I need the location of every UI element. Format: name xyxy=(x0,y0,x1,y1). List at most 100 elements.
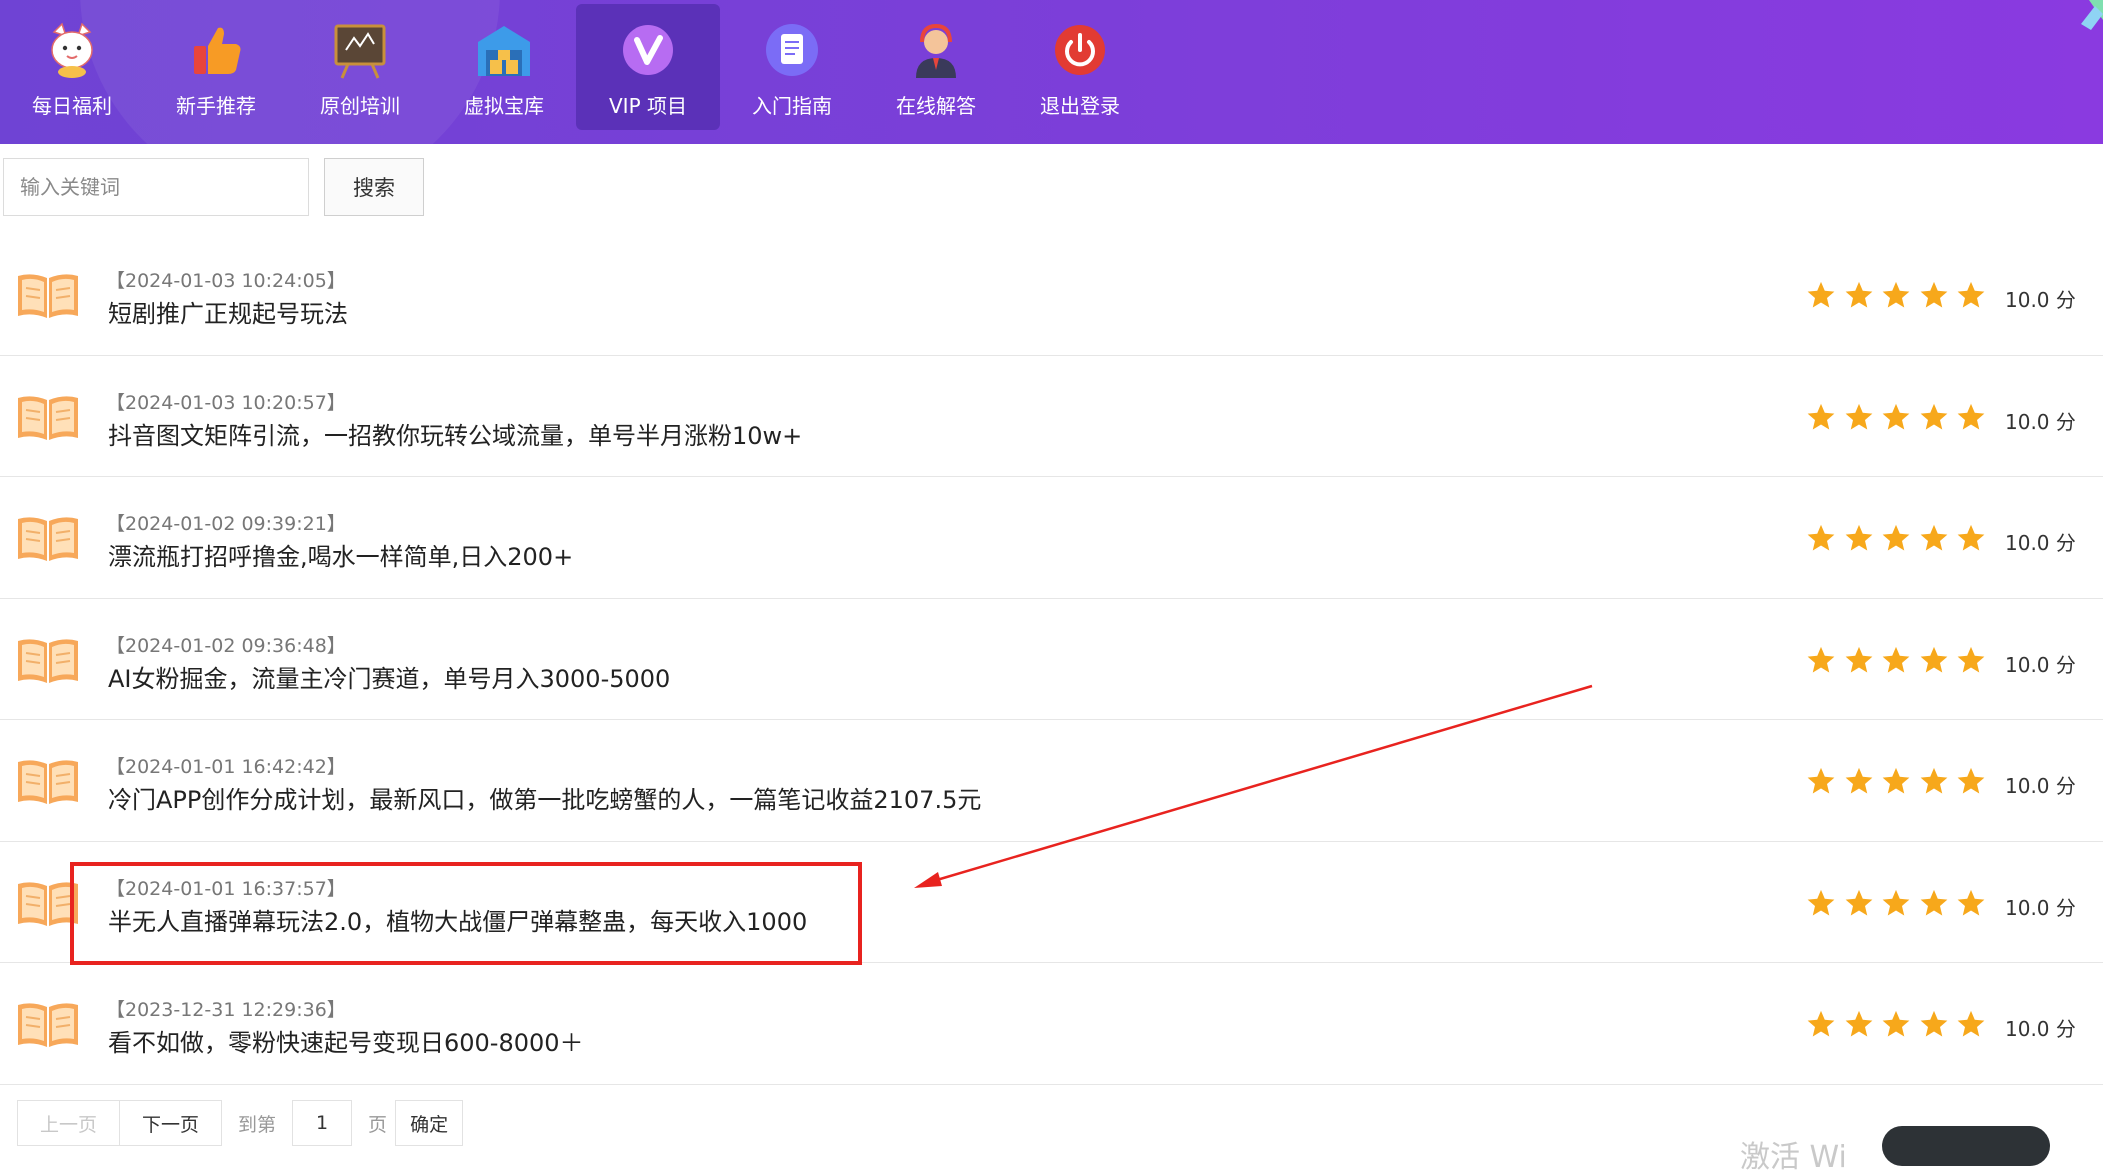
support-agent-icon xyxy=(904,18,968,82)
nav-label: 虚拟宝库 xyxy=(464,94,544,118)
star-icon xyxy=(1845,767,1872,794)
star-icon xyxy=(1807,281,1835,308)
star-icon xyxy=(1920,281,1947,308)
confirm-page-button[interactable]: 确定 xyxy=(395,1100,464,1146)
search-input[interactable] xyxy=(3,158,309,216)
star-icon xyxy=(1882,524,1910,551)
vip-icon xyxy=(616,18,680,82)
book-icon xyxy=(18,274,78,318)
item-title-link[interactable]: 短剧推广正规起号玩法 xyxy=(108,294,348,329)
document-icon xyxy=(760,18,824,82)
item-title-link[interactable]: AI女粉掘金，流量主冷门赛道，单号月入3000-5000 xyxy=(108,659,670,694)
list-item[interactable]: 【2024-01-03 10:24:05】 短剧推广正规起号玩法 10.0 分 xyxy=(0,234,2103,356)
nav-item-logout[interactable]: 退出登录 xyxy=(1008,4,1152,130)
item-title-link[interactable]: 抖音图文矩阵引流，一招教你玩转公域流量，单号半月涨粉10w+ xyxy=(108,416,802,451)
star-icon xyxy=(1845,1010,1872,1037)
corner-decoration-icon xyxy=(2081,0,2103,30)
page-unit-label: 页 xyxy=(368,1113,388,1136)
nav-item-original-training[interactable]: 原创培训 xyxy=(288,4,432,130)
item-score: 10.0 分 xyxy=(2005,409,2076,434)
nav-label: 在线解答 xyxy=(896,94,976,118)
star-icon xyxy=(1920,524,1947,551)
item-title-link[interactable]: 冷门APP创作分成计划，最新风口，做第一批吃螃蟹的人，一篇笔记收益2107.5元 xyxy=(108,780,981,815)
search-bar: 搜索 xyxy=(3,158,424,216)
item-date: 【2023-12-31 12:29:36】 xyxy=(106,999,346,1021)
star-icon xyxy=(1845,524,1872,551)
item-date: 【2024-01-02 09:36:48】 xyxy=(106,634,346,657)
item-date: 【2024-01-03 10:24:05】 xyxy=(106,270,346,292)
star-icon xyxy=(1957,889,1985,915)
star-icon xyxy=(1845,403,1872,429)
rating-stars xyxy=(1806,888,1994,918)
main-nav: 每日福利 新手推荐 原创培训 虚拟宝库 VIP 项目 入门指南 在线解答 退出登… xyxy=(0,4,1152,130)
star-icon xyxy=(1957,1010,1985,1037)
item-score: 10.0 分 xyxy=(2005,1017,2076,1041)
nav-item-daily-welfare[interactable]: 每日福利 xyxy=(0,4,144,130)
item-date: 【2024-01-03 10:20:57】 xyxy=(106,391,346,414)
list-item[interactable]: 【2024-01-01 16:37:57】 半无人直播弹幕玩法2.0，植物大战僵尸… xyxy=(0,842,2103,963)
item-score: 10.0 分 xyxy=(2005,774,2076,798)
list-item[interactable]: 【2024-01-02 09:39:21】 漂流瓶打招呼撸金,喝水一样简单,日入2… xyxy=(0,477,2103,599)
page-number-input[interactable] xyxy=(292,1100,353,1146)
book-icon xyxy=(18,881,78,926)
lucky-cat-icon xyxy=(40,18,104,82)
star-icon xyxy=(1920,889,1947,915)
activation-watermark: 激活 Wi xyxy=(1740,1140,1847,1175)
book-icon xyxy=(18,517,78,561)
item-title-link[interactable]: 半无人直播弹幕玩法2.0，植物大战僵尸弹幕整蛊，每天收入1000 xyxy=(108,902,807,937)
next-page-button[interactable]: 下一页 xyxy=(120,1100,223,1146)
rating-stars xyxy=(1806,766,1994,796)
nav-label: 入门指南 xyxy=(752,94,832,118)
item-date: 【2024-01-02 09:39:21】 xyxy=(106,513,346,535)
star-icon xyxy=(1807,524,1835,551)
floating-widget[interactable] xyxy=(1882,1126,2050,1166)
nav-item-getting-started[interactable]: 入门指南 xyxy=(720,4,864,130)
pagination: 上一页 下一页 到第 页 确定 xyxy=(17,1100,464,1146)
book-icon xyxy=(18,638,78,683)
item-date: 【2024-01-01 16:37:57】 xyxy=(106,877,346,900)
list-item[interactable]: 【2024-01-01 16:42:42】 冷门APP创作分成计划，最新风口，做第… xyxy=(0,720,2103,842)
item-score: 10.0 分 xyxy=(2005,652,2076,677)
star-icon xyxy=(1957,281,1985,308)
prev-page-button[interactable]: 上一页 xyxy=(17,1100,121,1146)
warehouse-icon xyxy=(472,18,536,82)
star-icon xyxy=(1882,1010,1910,1037)
list-item[interactable]: 【2024-01-03 10:20:57】 抖音图文矩阵引流，一招教你玩转公域流量… xyxy=(0,356,2103,477)
top-navigation-bar: 每日福利 新手推荐 原创培训 虚拟宝库 VIP 项目 入门指南 在线解答 退出登… xyxy=(0,0,2103,144)
rating-stars xyxy=(1806,1009,1994,1039)
nav-label: 每日福利 xyxy=(32,94,112,118)
item-score: 10.0 分 xyxy=(2005,531,2076,555)
star-icon xyxy=(1882,281,1910,308)
star-icon xyxy=(1957,524,1985,551)
star-icon xyxy=(1807,646,1835,672)
list-item[interactable]: 【2024-01-02 09:36:48】 AI女粉掘金，流量主冷门赛道，单号月入… xyxy=(0,599,2103,720)
item-title-link[interactable]: 漂流瓶打招呼撸金,喝水一样简单,日入200+ xyxy=(108,537,573,572)
star-icon xyxy=(1845,889,1872,915)
nav-label: VIP 项目 xyxy=(609,94,687,118)
star-icon xyxy=(1957,646,1985,672)
star-icon xyxy=(1807,889,1835,915)
chalkboard-icon xyxy=(328,18,392,82)
nav-label: 原创培训 xyxy=(320,94,400,118)
star-icon xyxy=(1882,767,1910,794)
nav-item-beginner-recommend[interactable]: 新手推荐 xyxy=(144,4,288,130)
star-icon xyxy=(1882,646,1910,672)
star-icon xyxy=(1807,1010,1835,1037)
book-icon xyxy=(18,1003,78,1047)
star-icon xyxy=(1882,889,1910,915)
thumbs-up-icon xyxy=(184,18,248,82)
rating-stars xyxy=(1806,402,1994,432)
star-icon xyxy=(1920,646,1947,672)
nav-item-virtual-treasury[interactable]: 虚拟宝库 xyxy=(432,4,576,130)
item-title-link[interactable]: 看不如做，零粉快速起号变现日600-8000＋ xyxy=(108,1023,584,1058)
nav-item-vip-projects[interactable]: VIP 项目 xyxy=(576,4,720,130)
nav-item-online-answers[interactable]: 在线解答 xyxy=(864,4,1008,130)
star-icon xyxy=(1807,767,1835,794)
star-icon xyxy=(1807,403,1835,429)
book-icon xyxy=(18,395,78,440)
list-item[interactable]: 【2023-12-31 12:29:36】 看不如做，零粉快速起号变现日600-8… xyxy=(0,963,2103,1085)
star-icon xyxy=(1920,403,1947,429)
goto-label: 到第 xyxy=(238,1113,277,1136)
star-icon xyxy=(1920,767,1947,794)
search-button[interactable]: 搜索 xyxy=(324,158,424,216)
